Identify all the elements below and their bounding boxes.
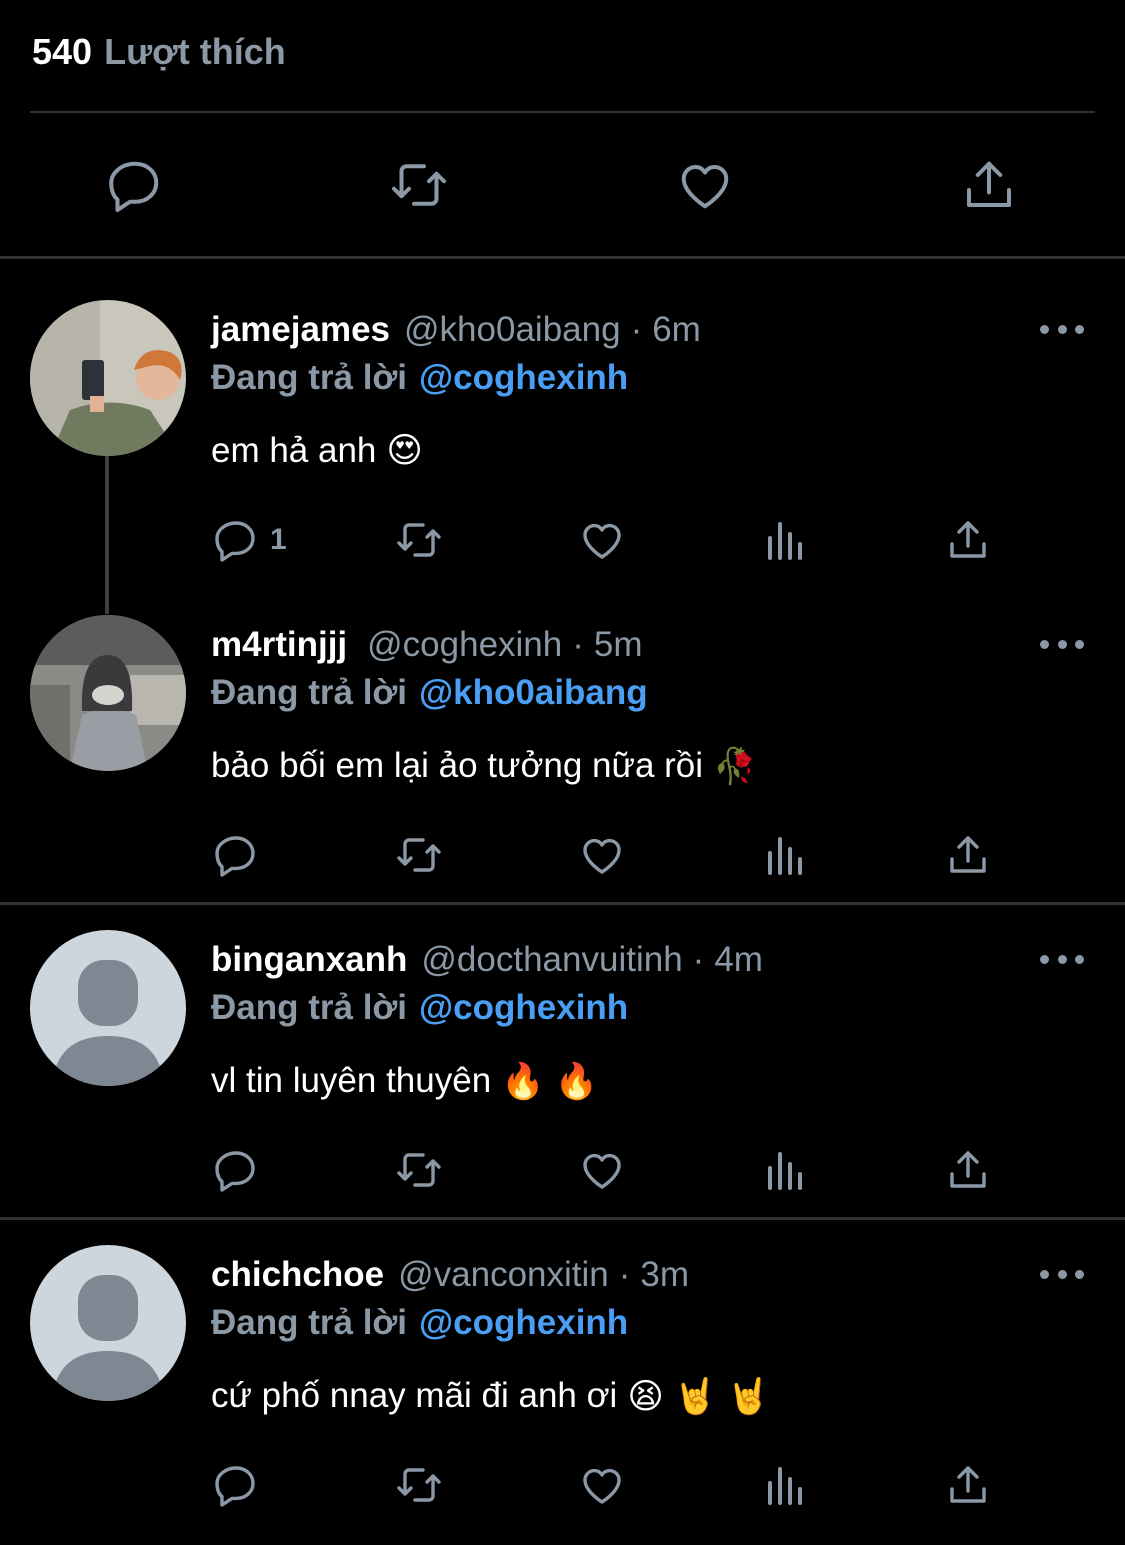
replying-label: Đang trả lời [211, 358, 408, 397]
separator-dot: · [618, 1255, 631, 1294]
analytics-icon[interactable] [762, 1455, 810, 1515]
divider [0, 902, 1125, 905]
user-handle[interactable]: @coghexinh [367, 625, 562, 665]
like-icon[interactable] [578, 510, 626, 570]
reply-action-bar [0, 1140, 1125, 1200]
replying-to-handle[interactable]: @coghexinh [419, 358, 628, 398]
like-icon[interactable] [578, 825, 626, 885]
tweet-text-content: bảo bối em lại ảo tưởng nữa rồi [211, 746, 704, 785]
more-options-icon[interactable] [1040, 629, 1084, 659]
reply-icon[interactable] [102, 152, 168, 218]
likes-summary[interactable]: 540 Lượt thích [32, 30, 286, 74]
reply-header: binganxanh @docthanvuitinh · 4m [211, 938, 763, 982]
tweet-text-content: cứ phố nnay mãi đi anh ơi [211, 1376, 618, 1415]
replying-to-handle[interactable]: @kho0aibang [419, 673, 648, 713]
avatar[interactable] [30, 615, 186, 771]
reply-action-bar: 1 [0, 510, 1125, 570]
reply-icon[interactable] [212, 516, 260, 564]
analytics-icon[interactable] [762, 825, 810, 885]
tweet-emojis: 😍 [386, 431, 423, 470]
retweet-icon[interactable] [392, 510, 446, 570]
reply-header: chichchoe @vanconxitin · 3m [211, 1253, 689, 1297]
avatar[interactable] [30, 930, 186, 1086]
reply-tweet[interactable]: chichchoe @vanconxitin · 3m Đang trả lời… [0, 1245, 1125, 1545]
display-name[interactable]: jamejames [211, 310, 390, 350]
reply-action-bar [0, 1455, 1125, 1515]
display-name[interactable]: m4rtinjjj [211, 625, 347, 665]
reply-action-bar [0, 825, 1125, 885]
retweet-icon[interactable] [392, 1455, 446, 1515]
like-icon[interactable] [578, 1455, 626, 1515]
replying-to: Đang trả lời @kho0aibang [211, 671, 648, 715]
replying-label: Đang trả lời [211, 673, 408, 712]
timestamp[interactable]: 4m [714, 940, 763, 980]
display-name[interactable]: binganxanh [211, 940, 407, 980]
tweet-emojis: 😫 🤘 🤘 [627, 1376, 771, 1416]
share-icon[interactable] [944, 1140, 992, 1200]
share-icon[interactable] [944, 1455, 992, 1515]
share-icon[interactable] [944, 825, 992, 885]
replying-to: Đang trả lời @coghexinh [211, 986, 628, 1030]
retweet-icon[interactable] [386, 152, 452, 218]
likes-count: 540 [32, 31, 93, 72]
divider [0, 1217, 1125, 1220]
user-handle[interactable]: @kho0aibang [404, 310, 621, 350]
reply-header: jamejames @kho0aibang · 6m [211, 308, 701, 352]
retweet-icon[interactable] [392, 825, 446, 885]
avatar[interactable] [30, 300, 186, 456]
user-handle[interactable]: @docthanvuitinh [421, 940, 682, 980]
divider [0, 256, 1125, 259]
like-icon[interactable] [672, 152, 738, 218]
tweet-text: vl tin luyên thuyên 🔥 🔥 [211, 1058, 598, 1104]
tweet-text: bảo bối em lại ảo tưởng nữa rồi 🥀 [211, 743, 757, 789]
more-options-icon[interactable] [1040, 1259, 1084, 1289]
replying-label: Đang trả lời [211, 988, 408, 1027]
analytics-icon[interactable] [762, 1140, 810, 1200]
like-icon[interactable] [578, 1140, 626, 1200]
reply-icon[interactable] [212, 1455, 260, 1515]
timestamp[interactable]: 6m [652, 310, 701, 350]
share-icon[interactable] [956, 152, 1022, 218]
more-options-icon[interactable] [1040, 944, 1084, 974]
tweet-emojis: 🔥 🔥 [501, 1061, 599, 1101]
reply-count: 1 [270, 523, 287, 556]
replying-to: Đang trả lời @coghexinh [211, 356, 628, 400]
reply-tweet[interactable]: binganxanh @docthanvuitinh · 4m Đang trả… [0, 930, 1125, 1230]
tweet-text: em hả anh 😍 [211, 428, 423, 474]
replying-label: Đang trả lời [211, 1303, 408, 1342]
reply-tweet[interactable]: m4rtinjjj @coghexinh · 5m Đang trả lời @… [0, 615, 1125, 915]
tweet-text-content: vl tin luyên thuyên [211, 1061, 492, 1100]
share-icon[interactable] [944, 510, 992, 570]
timestamp[interactable]: 3m [640, 1255, 689, 1295]
reply-header: m4rtinjjj @coghexinh · 5m [211, 623, 643, 667]
avatar[interactable] [30, 1245, 186, 1401]
separator-dot: · [630, 310, 643, 349]
separator-dot: · [692, 940, 705, 979]
tweet-text-content: em hả anh [211, 431, 377, 470]
timestamp[interactable]: 5m [594, 625, 643, 665]
tweet-text: cứ phố nnay mãi đi anh ơi 😫 🤘 🤘 [211, 1373, 770, 1419]
analytics-icon[interactable] [762, 510, 810, 570]
reply-icon[interactable] [212, 1140, 260, 1200]
likes-label: Lượt thích [104, 31, 286, 72]
display-name[interactable]: chichchoe [211, 1255, 384, 1295]
reply-tweet[interactable]: jamejames @kho0aibang · 6m Đang trả lời … [0, 300, 1125, 600]
reply-button[interactable]: 1 [212, 510, 287, 570]
user-handle[interactable]: @vanconxitin [398, 1255, 609, 1295]
divider [30, 111, 1095, 113]
retweet-icon[interactable] [392, 1140, 446, 1200]
more-options-icon[interactable] [1040, 314, 1084, 344]
tweet-action-bar [0, 140, 1125, 230]
reply-icon[interactable] [212, 825, 260, 885]
separator-dot: · [572, 625, 584, 664]
replying-to: Đang trả lời @coghexinh [211, 1301, 628, 1345]
tweet-emojis: 🥀 [713, 746, 757, 786]
replying-to-handle[interactable]: @coghexinh [419, 988, 628, 1028]
replying-to-handle[interactable]: @coghexinh [419, 1303, 628, 1343]
